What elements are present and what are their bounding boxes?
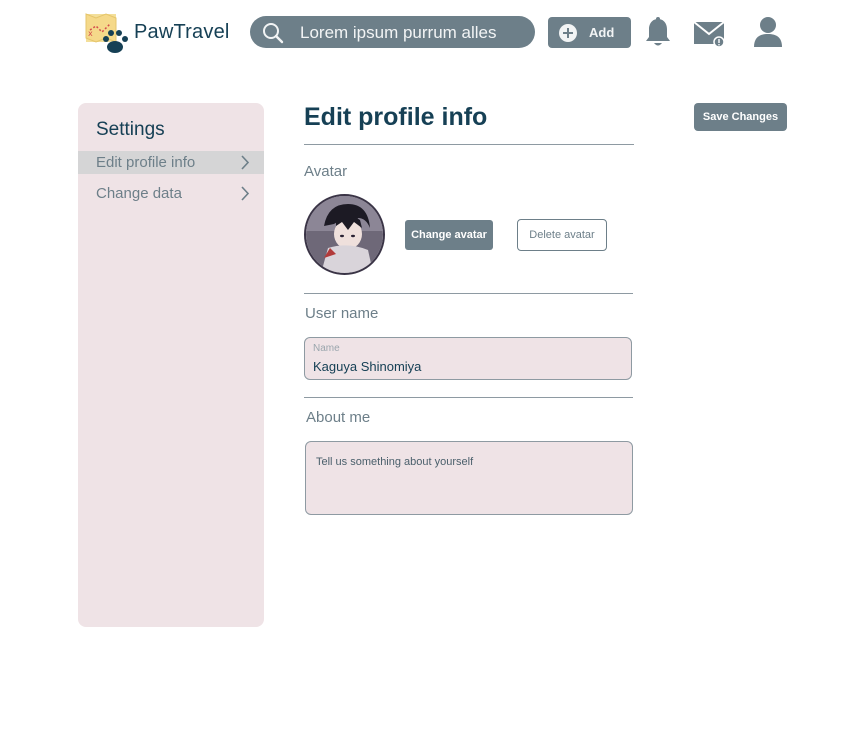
chevron-right-icon: [241, 155, 250, 170]
search-input[interactable]: Lorem ipsum purrum alles: [300, 23, 497, 43]
about-me-textarea[interactable]: Tell us something about yourself: [305, 441, 633, 515]
page-title: Edit profile info: [304, 103, 488, 131]
add-button[interactable]: Add: [548, 17, 631, 48]
brand-name[interactable]: PawTravel: [134, 21, 230, 44]
sidebar-item-label: Change data: [96, 185, 182, 202]
sidebar-item-edit-profile[interactable]: Edit profile info: [78, 151, 264, 174]
divider: [304, 397, 633, 398]
map-paw-logo-icon: x: [85, 13, 128, 53]
search-bar[interactable]: Lorem ipsum purrum alles: [250, 16, 535, 48]
divider: [304, 293, 633, 294]
username-section-label: User name: [305, 305, 379, 322]
name-field[interactable]: Name Kaguya Shinomiya: [304, 337, 632, 380]
delete-avatar-button[interactable]: Delete avatar: [517, 219, 607, 251]
svg-text:x: x: [88, 29, 93, 38]
user-icon[interactable]: [750, 14, 786, 50]
save-changes-button[interactable]: Save Changes: [694, 103, 787, 131]
search-icon[interactable]: [262, 22, 284, 44]
logo[interactable]: x: [84, 12, 132, 56]
change-avatar-button[interactable]: Change avatar: [405, 220, 493, 250]
avatar-section-label: Avatar: [304, 163, 348, 180]
plus-circle-icon: [559, 24, 577, 42]
sidebar-item-label: Edit profile info: [96, 154, 196, 171]
name-field-label: Name: [313, 343, 340, 354]
avatar-image: [306, 196, 383, 273]
about-me-placeholder: Tell us something about yourself: [316, 456, 474, 468]
avatar: [304, 194, 385, 275]
bell-icon[interactable]: [644, 16, 672, 48]
mail-icon[interactable]: [692, 18, 728, 50]
add-button-label: Add: [589, 25, 615, 40]
divider: [304, 144, 634, 145]
about-section-label: About me: [306, 409, 371, 426]
sidebar-item-change-data[interactable]: Change data: [78, 182, 264, 205]
sidebar-title: Settings: [96, 119, 165, 140]
name-field-value[interactable]: Kaguya Shinomiya: [313, 359, 421, 374]
chevron-right-icon: [241, 186, 250, 201]
settings-sidebar: Settings Edit profile info Change data: [78, 103, 264, 627]
